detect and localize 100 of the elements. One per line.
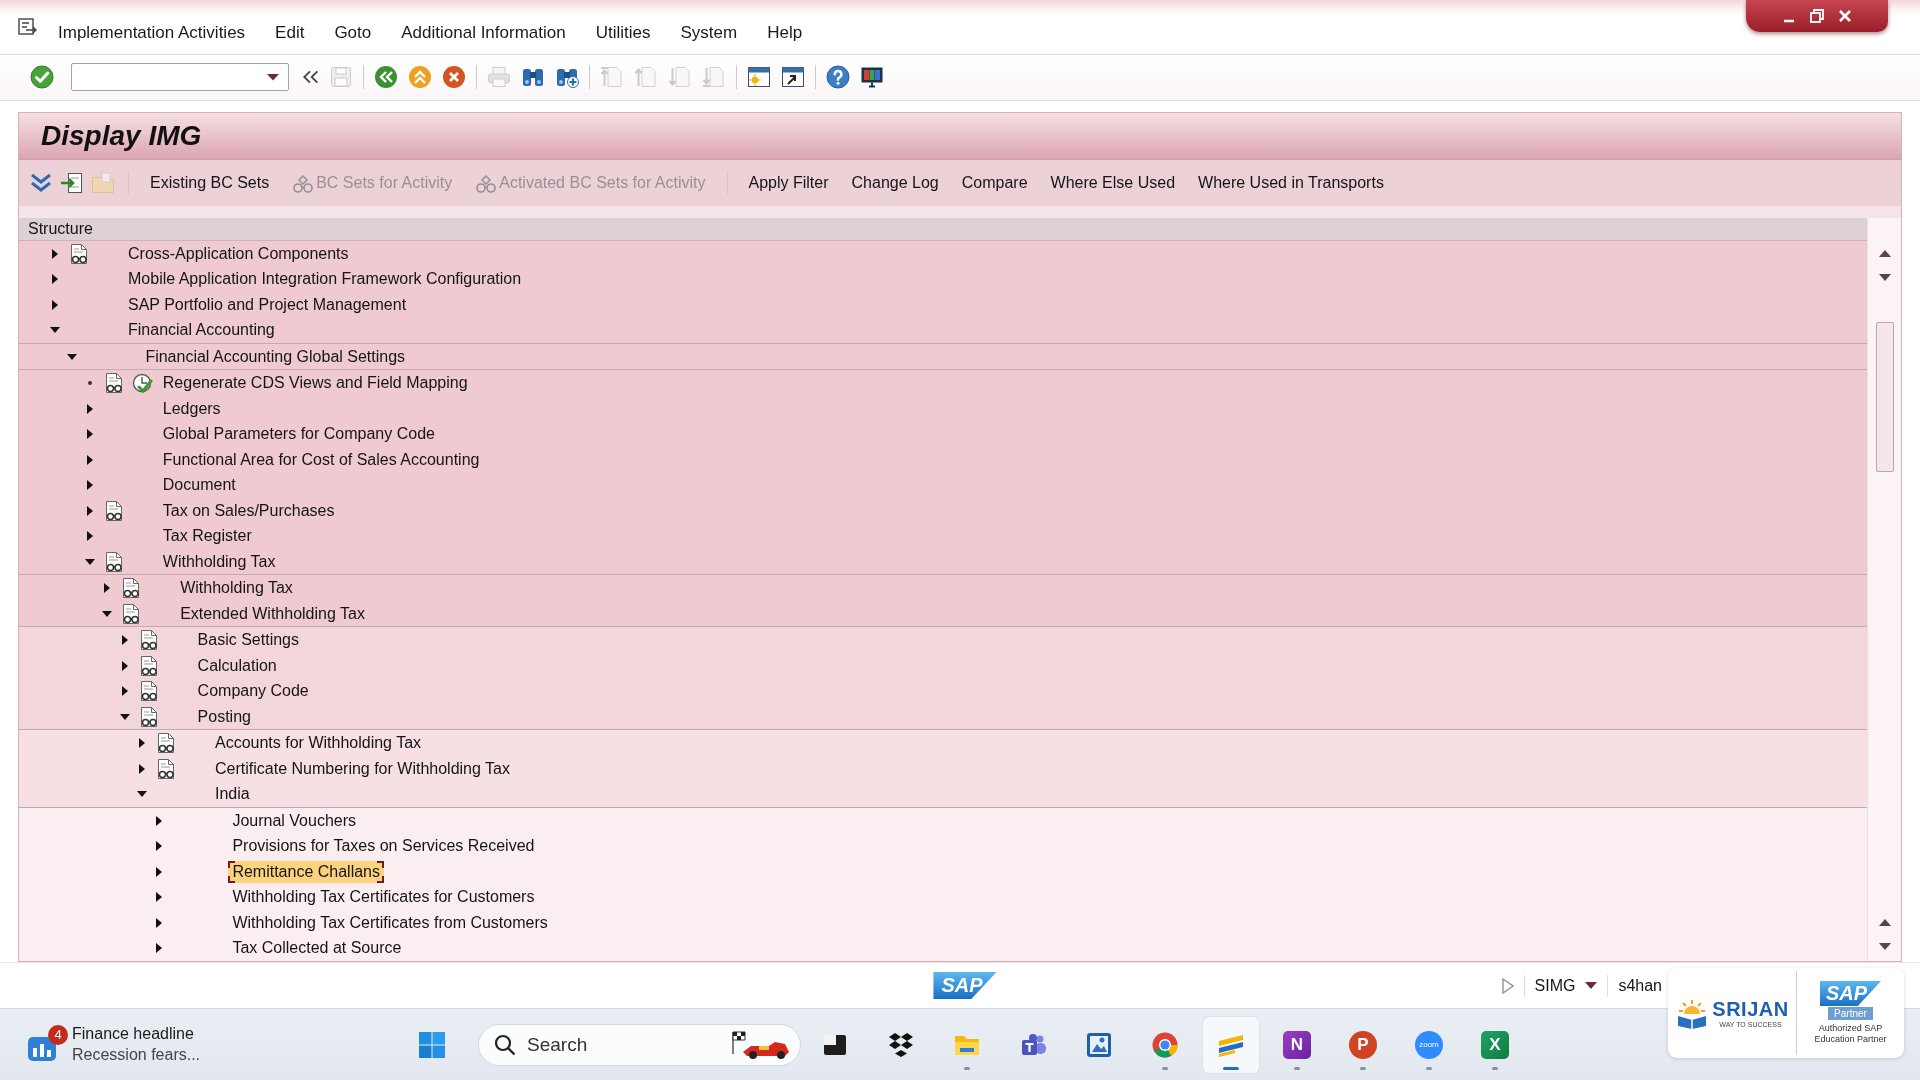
tree-node[interactable]: SAP Portfolio and Project Management: [124, 293, 411, 316]
caret-down-icon[interactable]: [137, 791, 147, 798]
caret-right-icon[interactable]: [156, 866, 163, 877]
taskbar-button[interactable]: N: [1269, 1016, 1325, 1073]
caret-right-icon[interactable]: [86, 403, 93, 414]
document-glasses-icon[interactable]: [104, 550, 123, 573]
tree-node[interactable]: Withholding Tax: [176, 577, 297, 600]
document-glasses-icon[interactable]: [104, 499, 123, 522]
tree-node[interactable]: Company Code: [193, 680, 313, 703]
menu-item[interactable]: Goto: [334, 22, 372, 43]
scroll-up-icon[interactable]: [1878, 918, 1891, 926]
tree-node[interactable]: Extended Withholding Tax: [176, 602, 369, 625]
toolbar-button[interactable]: Apply Filter: [740, 166, 837, 199]
document-glasses-icon[interactable]: [70, 242, 88, 265]
tree-node[interactable]: Basic Settings: [193, 629, 303, 652]
tree-node[interactable]: Journal Vouchers: [228, 809, 361, 832]
caret-right-icon[interactable]: [52, 299, 58, 310]
menu-item[interactable]: Implementation Activities: [58, 22, 246, 43]
caret-right-icon[interactable]: [86, 505, 93, 516]
caret-right-icon[interactable]: [139, 763, 145, 774]
tree-node[interactable]: Calculation: [193, 654, 281, 677]
document-glasses-icon[interactable]: [104, 372, 123, 395]
cancel-icon[interactable]: [442, 65, 466, 90]
caret-right-icon[interactable]: [86, 454, 93, 465]
tree-node[interactable]: Accounts for Withholding Tax: [211, 732, 426, 755]
tree-node[interactable]: Posting: [193, 705, 255, 728]
document-glasses-icon[interactable]: [157, 757, 175, 780]
tree-node[interactable]: Withholding Tax Certificates from Customers: [228, 911, 552, 934]
tree-node[interactable]: Tax Register: [158, 525, 256, 548]
tree-node[interactable]: Ledgers: [158, 397, 225, 420]
menu-item[interactable]: Utilities: [595, 22, 651, 43]
restore-icon[interactable]: [1809, 8, 1825, 24]
menu-item[interactable]: Additional Information: [401, 22, 566, 43]
check-icon[interactable]: [30, 65, 54, 90]
window-sun-icon[interactable]: [747, 65, 771, 90]
menu-icon[interactable]: [18, 17, 38, 36]
caret-right-icon[interactable]: [52, 248, 58, 259]
taskbar-button[interactable]: X: [1467, 1016, 1523, 1073]
tree-node[interactable]: India: [211, 783, 254, 806]
tree-node[interactable]: Cross-Application Components: [124, 242, 353, 265]
taskbar-button[interactable]: P: [1335, 1016, 1391, 1073]
document-glasses-icon[interactable]: [157, 732, 175, 755]
caret-right-icon[interactable]: [156, 917, 163, 928]
caret-right-icon[interactable]: [156, 815, 163, 826]
caret-right-icon[interactable]: [156, 943, 163, 954]
caret-right-icon[interactable]: [156, 841, 163, 852]
caret-down-icon[interactable]: [67, 353, 78, 360]
toolbar-button[interactable]: Where Used in Transports: [1190, 166, 1392, 199]
help-icon[interactable]: [826, 65, 850, 90]
widget-title[interactable]: Finance headline: [72, 1025, 201, 1043]
tree-node[interactable]: Financial Accounting Global Settings: [141, 345, 410, 368]
tree-node[interactable]: Provisions for Taxes on Services Received: [228, 835, 539, 858]
close-icon[interactable]: [1837, 8, 1853, 24]
menu-item[interactable]: Edit: [275, 22, 305, 43]
toolbar-button[interactable]: Change Log: [843, 166, 947, 199]
caret-right-icon[interactable]: [52, 274, 58, 285]
document-glasses-icon[interactable]: [139, 629, 158, 652]
tree-node[interactable]: Mobile Application Integration Framework Configuration: [124, 268, 526, 291]
caret-right-icon[interactable]: [121, 635, 128, 646]
tree-node[interactable]: Regenerate CDS Views and Field Mapping: [158, 372, 472, 395]
tree-node[interactable]: Withholding Tax Certificates for Customers: [228, 886, 539, 909]
toolbar-button[interactable]: Existing BC Sets: [142, 166, 278, 199]
caret-right-icon[interactable]: [86, 480, 93, 491]
command-field[interactable]: [71, 63, 289, 92]
scroll-down-icon[interactable]: [1878, 943, 1891, 951]
tree-node[interactable]: Financial Accounting: [124, 319, 279, 342]
tree-node[interactable]: Document: [158, 474, 240, 497]
scrollbar-thumb[interactable]: [1875, 321, 1894, 472]
toolbar-button[interactable]: Where Else Used: [1042, 166, 1184, 199]
document-glasses-icon[interactable]: [139, 680, 158, 703]
caret-right-icon[interactable]: [86, 429, 93, 440]
scroll-up-icon[interactable]: [1878, 248, 1891, 257]
caret-right-icon[interactable]: [156, 892, 163, 903]
tree-node[interactable]: Functional Area for Cost of Sales Accounting: [158, 448, 484, 471]
tree-node[interactable]: Tax on Sales/Purchases: [158, 499, 339, 522]
caret-right-icon[interactable]: [86, 531, 93, 542]
document-glasses-icon[interactable]: [139, 654, 158, 677]
caret-down-icon[interactable]: [102, 610, 113, 617]
tree-node[interactable]: Global Parameters for Company Code: [158, 423, 439, 446]
caret-down-icon[interactable]: [84, 558, 95, 565]
monitor-icon[interactable]: [860, 65, 884, 90]
back-icon[interactable]: [374, 65, 398, 90]
tree-node[interactable]: Certificate Numbering for Withholding Tax: [211, 757, 514, 780]
tree-node[interactable]: Remittance Challans: [228, 860, 384, 883]
tree-node[interactable]: Withholding Tax: [158, 550, 280, 573]
caret-right-icon[interactable]: [121, 660, 128, 671]
caret-down-icon[interactable]: [119, 713, 130, 720]
caret-right-icon[interactable]: [104, 583, 111, 594]
scroll-down-icon[interactable]: [1878, 273, 1891, 282]
menu-item[interactable]: System: [680, 22, 738, 43]
caret-right-icon[interactable]: [121, 686, 128, 697]
caret-down-icon[interactable]: [266, 73, 280, 82]
triangle-icon[interactable]: [1501, 977, 1514, 994]
arrow-into-page-icon[interactable]: [60, 170, 84, 195]
toolbar-button[interactable]: Compare: [953, 166, 1036, 199]
caret-right-icon[interactable]: [139, 738, 145, 749]
caret-down-icon[interactable]: [1585, 982, 1598, 989]
menu-item[interactable]: Help: [767, 22, 803, 43]
caret-down-icon[interactable]: [50, 327, 60, 334]
document-glasses-icon[interactable]: [122, 577, 141, 600]
